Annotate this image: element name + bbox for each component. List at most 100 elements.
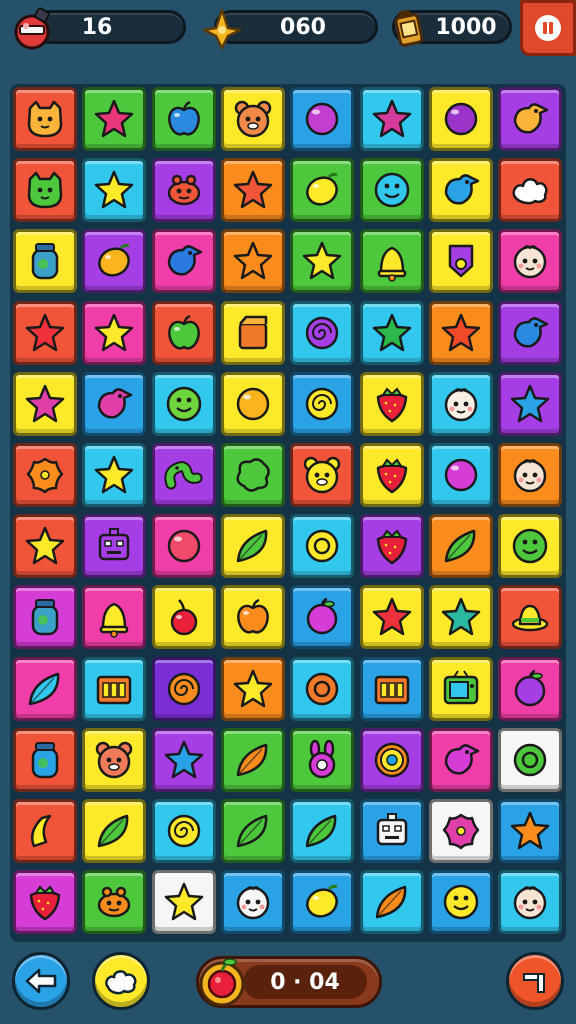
tile-bird[interactable] bbox=[82, 371, 147, 436]
tile-lemon[interactable] bbox=[82, 229, 147, 294]
tile-box[interactable] bbox=[220, 300, 285, 365]
tile-baby-face[interactable] bbox=[498, 870, 563, 935]
tile-plum[interactable] bbox=[290, 585, 355, 650]
tile-star[interactable] bbox=[220, 229, 285, 294]
tile-star[interactable] bbox=[220, 158, 285, 223]
tile-tag[interactable] bbox=[428, 229, 493, 294]
tile-star[interactable] bbox=[359, 87, 424, 151]
tile-flower[interactable] bbox=[428, 799, 493, 863]
tile-circle[interactable] bbox=[151, 514, 216, 579]
tile-strawberry[interactable] bbox=[13, 870, 77, 935]
tile-jar[interactable] bbox=[13, 229, 77, 294]
tile-star[interactable] bbox=[359, 585, 424, 650]
tile-crab[interactable] bbox=[82, 870, 147, 935]
tile-ring[interactable] bbox=[290, 656, 355, 721]
tile-star[interactable] bbox=[498, 799, 563, 863]
tile-leaf[interactable] bbox=[359, 870, 424, 935]
tile-robot[interactable] bbox=[359, 799, 424, 863]
tile-leaf[interactable] bbox=[290, 799, 355, 863]
tile-strawberry[interactable] bbox=[359, 371, 424, 436]
tile-bird[interactable] bbox=[498, 300, 563, 365]
tile-star[interactable] bbox=[359, 300, 424, 365]
tile-cherry[interactable] bbox=[151, 585, 216, 650]
tile-star[interactable] bbox=[82, 87, 147, 151]
tile-cat-face[interactable] bbox=[13, 158, 77, 223]
tile-bird[interactable] bbox=[498, 87, 563, 151]
tile-strawberry[interactable] bbox=[359, 514, 424, 579]
tile-star[interactable] bbox=[428, 585, 493, 650]
tile-smiley[interactable] bbox=[428, 870, 493, 935]
tile-bell[interactable] bbox=[359, 229, 424, 294]
tile-crab[interactable] bbox=[151, 158, 216, 223]
tile-gear[interactable] bbox=[359, 727, 424, 792]
tile-swirl[interactable] bbox=[290, 371, 355, 436]
tile-leaf[interactable] bbox=[220, 727, 285, 792]
tile-leaf[interactable] bbox=[13, 656, 77, 721]
tile-ring[interactable] bbox=[498, 727, 563, 792]
tile-star[interactable] bbox=[82, 443, 147, 507]
tile-ring[interactable] bbox=[290, 514, 355, 579]
tile-bird[interactable] bbox=[428, 727, 493, 792]
tile-bunny[interactable] bbox=[290, 727, 355, 792]
tile-star[interactable] bbox=[428, 300, 493, 365]
tile-apple[interactable] bbox=[220, 585, 285, 650]
tile-star[interactable] bbox=[82, 158, 147, 223]
tile-circle[interactable] bbox=[220, 371, 285, 436]
tile-robot[interactable] bbox=[82, 514, 147, 579]
tile-apple[interactable] bbox=[151, 87, 216, 151]
tile-baby-face[interactable] bbox=[498, 443, 563, 507]
tile-circle[interactable] bbox=[428, 443, 493, 507]
back-button[interactable] bbox=[12, 952, 70, 1010]
tile-baby-face[interactable] bbox=[428, 371, 493, 436]
tile-crate[interactable] bbox=[82, 656, 147, 721]
tile-hat[interactable] bbox=[498, 585, 563, 650]
tile-star[interactable] bbox=[220, 656, 285, 721]
tile-swirl[interactable] bbox=[151, 656, 216, 721]
tile-flower[interactable] bbox=[13, 443, 77, 507]
tile-bear-face[interactable] bbox=[82, 727, 147, 792]
tile-banana[interactable] bbox=[13, 799, 77, 863]
tile-baby-face[interactable] bbox=[220, 870, 285, 935]
tile-jar[interactable] bbox=[13, 727, 77, 792]
tile-strawberry[interactable] bbox=[359, 443, 424, 507]
tile-star[interactable] bbox=[498, 371, 563, 436]
tile-bear-face[interactable] bbox=[290, 443, 355, 507]
tile-worm[interactable] bbox=[151, 443, 216, 507]
tile-bird[interactable] bbox=[151, 229, 216, 294]
tile-circle[interactable] bbox=[428, 87, 493, 151]
tile-smiley[interactable] bbox=[359, 158, 424, 223]
tile-star[interactable] bbox=[290, 229, 355, 294]
tile-crate[interactable] bbox=[359, 656, 424, 721]
tile-lemon[interactable] bbox=[290, 870, 355, 935]
tile-circle[interactable] bbox=[290, 87, 355, 151]
pause-button[interactable] bbox=[520, 0, 576, 56]
tile-star[interactable] bbox=[13, 514, 77, 579]
tile-leaf[interactable] bbox=[220, 799, 285, 863]
tile-bear-face[interactable] bbox=[220, 87, 285, 151]
tile-swirl[interactable] bbox=[151, 799, 216, 863]
tile-blob[interactable] bbox=[220, 443, 285, 507]
tile-bell[interactable] bbox=[82, 585, 147, 650]
tile-lemon[interactable] bbox=[290, 158, 355, 223]
tile-plum[interactable] bbox=[498, 656, 563, 721]
tile-leaf[interactable] bbox=[82, 799, 147, 863]
tile-smiley[interactable] bbox=[151, 371, 216, 436]
tile-jar[interactable] bbox=[13, 585, 77, 650]
tile-smiley[interactable] bbox=[498, 514, 563, 579]
tile-tv[interactable] bbox=[428, 656, 493, 721]
tile-star[interactable] bbox=[13, 300, 77, 365]
tile-swirl[interactable] bbox=[290, 300, 355, 365]
tile-star[interactable] bbox=[151, 727, 216, 792]
exit-button[interactable] bbox=[506, 952, 564, 1010]
tile-star[interactable] bbox=[82, 300, 147, 365]
tile-cat-face[interactable] bbox=[13, 87, 77, 151]
tile-apple[interactable] bbox=[151, 300, 216, 365]
tile-bird[interactable] bbox=[428, 158, 493, 223]
tile-star[interactable] bbox=[13, 371, 77, 436]
tile-leaf[interactable] bbox=[220, 514, 285, 579]
tile-leaf[interactable] bbox=[428, 514, 493, 579]
tile-baby-face[interactable] bbox=[498, 229, 563, 294]
hint-button[interactable] bbox=[92, 952, 150, 1010]
tile-cloud[interactable] bbox=[498, 158, 563, 223]
tile-star[interactable] bbox=[151, 870, 216, 935]
